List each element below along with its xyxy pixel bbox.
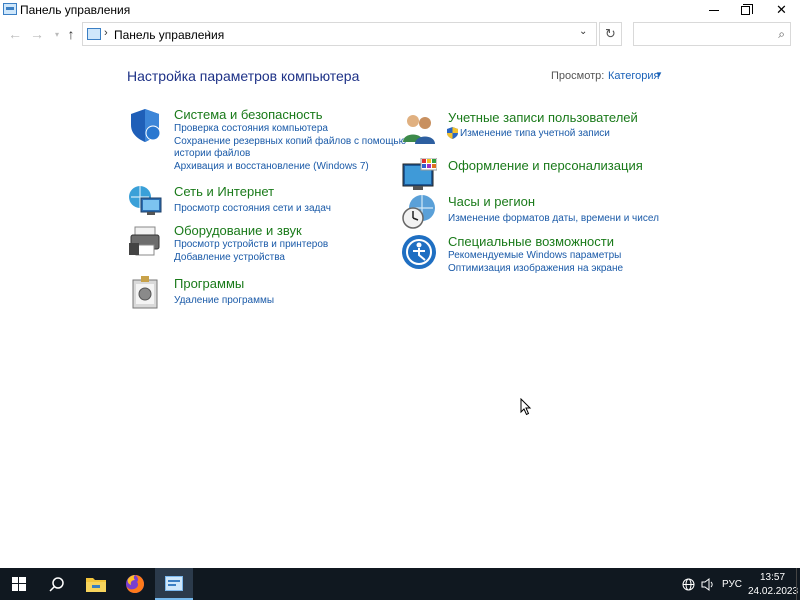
breadcrumb-chevron-icon[interactable]: › [207, 27, 211, 39]
control-panel-taskbar-button[interactable] [155, 568, 193, 600]
category-user-accounts: Учетные записи пользователей Изменение т… [401, 110, 691, 150]
start-button[interactable] [0, 568, 38, 600]
forward-button[interactable]: → [28, 24, 46, 44]
address-bar[interactable]: › Панель управления › ⌄ [82, 22, 597, 46]
accessibility-icon[interactable] [401, 234, 437, 270]
link-check-status[interactable]: Проверка состояния компьютера [174, 123, 328, 134]
category-system-security: Система и безопасность Проверка состояни… [127, 107, 407, 177]
link-file-history-cont[interactable]: истории файлов [174, 148, 250, 159]
category-hardware-sound: Оборудование и звук Просмотр устройств и… [127, 223, 407, 268]
category-title[interactable]: Программы [174, 276, 244, 291]
firefox-button[interactable] [116, 568, 154, 600]
link-change-account-type[interactable]: Изменение типа учетной записи [460, 128, 610, 139]
category-title[interactable]: Сеть и Интернет [174, 184, 274, 199]
clock-icon[interactable] [401, 194, 437, 230]
link-uninstall-program[interactable]: Удаление программы [174, 295, 274, 306]
navigation-bar: ← → ▾ ↑ › Панель управления › ⌄ ↻ ⌕ [0, 22, 800, 46]
view-by-label: Просмотр: [551, 70, 605, 82]
language-indicator[interactable]: РУС [722, 579, 742, 590]
mouse-cursor-icon [520, 398, 532, 416]
category-accessibility: Специальные возможности Рекомендуемые Wi… [401, 234, 691, 279]
link-devices-printers[interactable]: Просмотр устройств и принтеров [174, 239, 328, 250]
shield-icon[interactable] [127, 107, 163, 143]
view-by-dropdown[interactable]: Категория [608, 70, 659, 82]
up-button[interactable]: ↑ [62, 24, 80, 44]
category-clock-region: Часы и регион Изменение форматов даты, в… [401, 194, 691, 234]
firefox-icon [126, 575, 144, 593]
uac-shield-icon [447, 127, 458, 139]
network-icon[interactable] [127, 184, 163, 220]
link-recommended-settings[interactable]: Рекомендуемые Windows параметры [448, 250, 621, 261]
file-explorer-button[interactable] [77, 568, 115, 600]
category-title[interactable]: Часы и регион [448, 194, 535, 209]
category-network: Сеть и Интернет Просмотр состояния сети … [127, 184, 407, 224]
category-title[interactable]: Оформление и персонализация [448, 158, 643, 173]
page-title: Настройка параметров компьютера [127, 68, 360, 84]
link-optimize-display[interactable]: Оптимизация изображения на экране [448, 263, 623, 274]
folder-icon [86, 578, 106, 592]
address-dropdown-icon[interactable]: ⌄ [579, 26, 587, 37]
search-icon [49, 577, 64, 592]
control-panel-icon [87, 28, 101, 40]
speaker-icon[interactable] [701, 578, 715, 591]
globe-icon[interactable] [682, 578, 695, 591]
breadcrumb-separator-icon: › [104, 27, 108, 39]
window-title: Панель управления [20, 3, 131, 17]
category-title[interactable]: Учетные записи пользователей [448, 110, 638, 125]
refresh-button[interactable]: ↻ [599, 22, 622, 46]
category-title[interactable]: Система и безопасность [174, 107, 323, 122]
close-button[interactable]: ✕ [764, 0, 799, 20]
programs-icon[interactable] [127, 276, 163, 312]
search-icon[interactable]: ⌕ [778, 27, 785, 42]
link-add-device[interactable]: Добавление устройства [174, 252, 285, 263]
category-programs: Программы Удаление программы [127, 276, 407, 312]
link-backup-restore[interactable]: Архивация и восстановление (Windows 7) [174, 161, 369, 172]
chevron-down-icon[interactable]: ▼ [655, 70, 663, 79]
search-button[interactable] [38, 568, 76, 600]
printer-icon[interactable] [127, 223, 163, 259]
clock-date[interactable]: 24.02.2023 [748, 586, 798, 597]
control-panel-icon [165, 575, 183, 591]
category-personalization: Оформление и персонализация [401, 158, 691, 194]
search-input[interactable] [638, 26, 768, 42]
back-button[interactable]: ← [6, 24, 24, 44]
taskbar: РУС 13:57 24.02.2023 [0, 568, 800, 600]
category-title[interactable]: Специальные возможности [448, 234, 614, 249]
personalization-icon[interactable] [401, 158, 437, 194]
windows-logo-icon [12, 577, 26, 591]
search-box[interactable]: ⌕ [633, 22, 791, 46]
link-network-status[interactable]: Просмотр состояния сети и задач [174, 203, 331, 214]
title-bar: Панель управления ✕ [0, 0, 800, 20]
category-title[interactable]: Оборудование и звук [174, 223, 302, 238]
link-date-time-formats[interactable]: Изменение форматов даты, времени и чисел [448, 213, 659, 224]
restore-button[interactable] [728, 0, 763, 20]
control-panel-icon [3, 3, 17, 15]
users-icon[interactable] [401, 110, 437, 146]
show-desktop-button[interactable] [796, 568, 800, 600]
clock-time[interactable]: 13:57 [760, 572, 785, 583]
minimize-button[interactable] [696, 0, 731, 20]
link-file-history[interactable]: Сохранение резервных копий файлов с помо… [174, 136, 406, 147]
